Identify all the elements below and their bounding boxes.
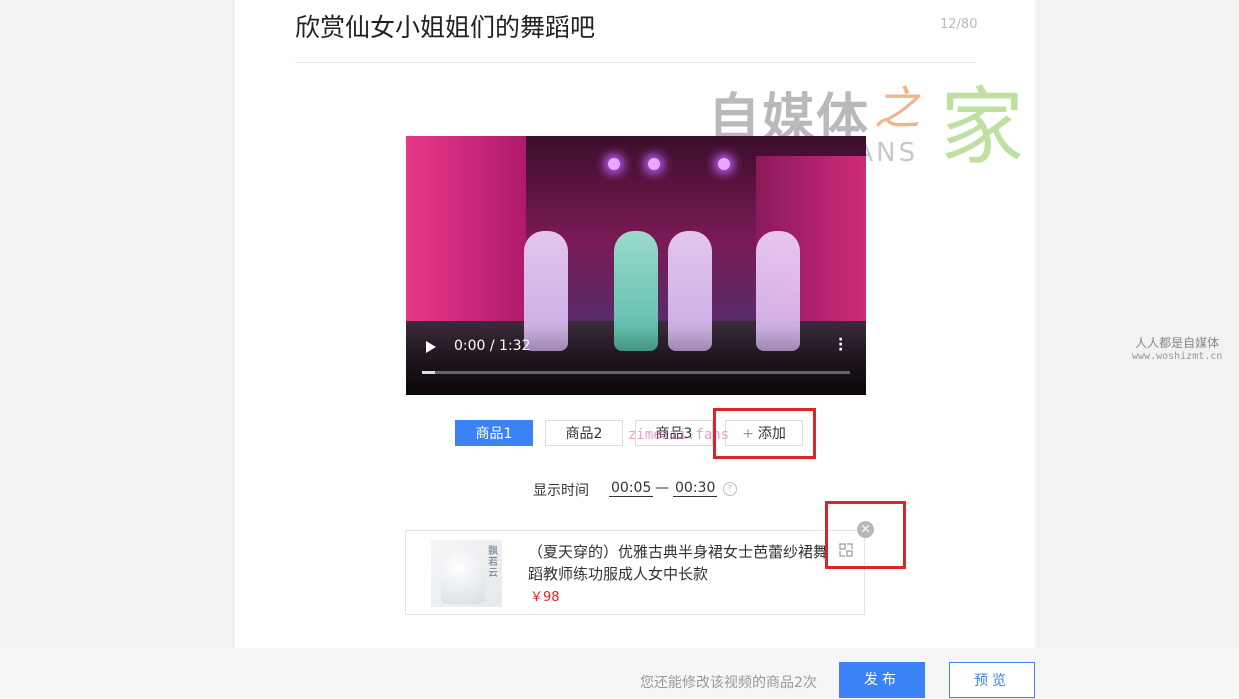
video-progress-fill — [422, 371, 435, 374]
publish-button[interactable]: 发布 — [839, 662, 925, 698]
footer-bar — [0, 648, 1239, 699]
tab-product-1[interactable]: 商品1 — [455, 420, 533, 446]
display-time-separator: — — [655, 480, 669, 496]
product-image: 飘若云 — [431, 540, 502, 607]
product-name: （夏天穿的）优雅古典半身裙女士芭蕾纱裙舞蹈教师练功服成人女中长款 — [528, 543, 829, 583]
tab-product-2[interactable]: 商品2 — [545, 420, 623, 446]
highlight-box-add — [713, 408, 816, 459]
product-image-text: 飘若云 — [488, 546, 498, 579]
display-time-end[interactable]: 00:30 — [673, 480, 718, 497]
title-divider — [295, 62, 975, 63]
edit-remaining-hint: 您还能修改该视频的商品2次 — [640, 675, 817, 691]
video-player[interactable]: 0:00 / 1:32 · · · — [406, 136, 866, 395]
stage-light — [718, 158, 730, 170]
play-icon[interactable] — [426, 341, 436, 353]
display-time-start[interactable]: 00:05 — [609, 480, 654, 497]
side-watermark-line2: www.woshizmt.cn — [1132, 351, 1223, 362]
help-icon[interactable]: ? — [723, 482, 737, 496]
highlight-box-remove — [825, 501, 906, 569]
video-time: 0:00 / 1:32 — [454, 338, 531, 354]
watermark-end: 家 — [940, 78, 1025, 176]
video-title[interactable]: 欣赏仙女小姐姐们的舞蹈吧 — [295, 8, 595, 44]
watermark-mid: 之 — [874, 81, 920, 135]
title-char-counter: 12/80 — [940, 17, 978, 32]
stage-light — [648, 158, 660, 170]
video-controls — [406, 326, 866, 395]
product-card: 飘若云 （夏天穿的）优雅古典半身裙女士芭蕾纱裙舞蹈教师练功服成人女中长款 ￥98 — [405, 530, 865, 615]
more-options-icon[interactable]: · · · — [838, 333, 843, 357]
stage-light — [608, 158, 620, 170]
product-price: ￥98 — [530, 590, 560, 605]
side-watermark-line1: 人人都是自媒体 — [1135, 336, 1220, 350]
side-watermark: 人人都是自媒体 www.woshizmt.cn — [1132, 334, 1222, 362]
video-progress-bar[interactable] — [422, 371, 850, 374]
display-time-label: 显示时间 — [533, 483, 589, 499]
preview-button[interactable]: 预览 — [949, 662, 1035, 698]
product-image-figure — [441, 550, 485, 604]
